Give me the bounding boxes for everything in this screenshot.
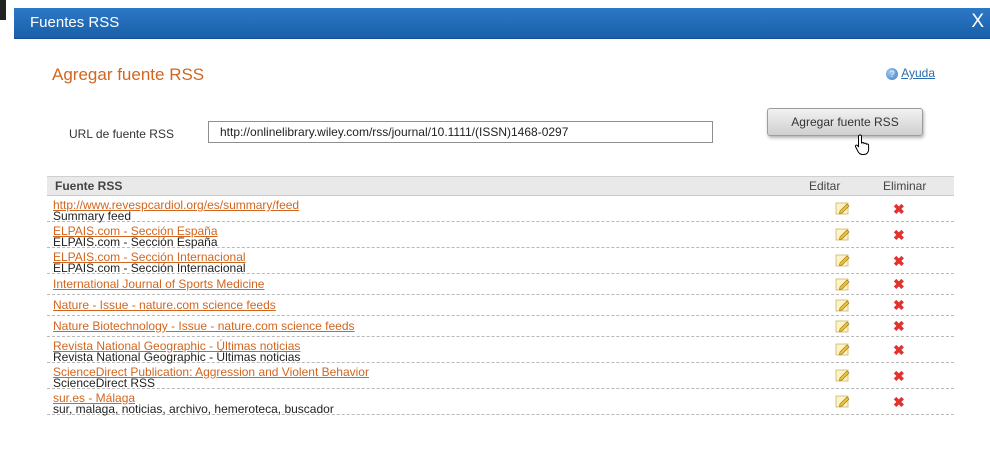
delete-x-icon[interactable]: ✖ bbox=[893, 319, 905, 333]
add-rss-button[interactable]: Agregar fuente RSS bbox=[767, 108, 923, 136]
feed-link[interactable]: Nature - Issue - nature.com science feed… bbox=[53, 299, 276, 311]
dialog-titlebar: Fuentes RSS X bbox=[14, 8, 990, 39]
pencil-icon[interactable] bbox=[835, 253, 851, 267]
delete-x-icon[interactable]: ✖ bbox=[893, 228, 905, 242]
feed-desc: ELPAIS.com - Sección Internacional bbox=[53, 261, 246, 275]
hand-cursor-icon bbox=[854, 134, 870, 155]
feed-desc: Revista National Geographic - Últimas no… bbox=[53, 350, 301, 364]
table-row: Revista National Geographic - Últimas no… bbox=[47, 337, 954, 363]
delete-x-icon[interactable]: ✖ bbox=[893, 298, 905, 312]
help-link-wrap[interactable]: ? Ayuda bbox=[886, 66, 935, 80]
feed-desc: ScienceDirect RSS bbox=[53, 376, 156, 390]
header-delete: Eliminar bbox=[883, 179, 927, 193]
pencil-icon[interactable] bbox=[835, 277, 851, 291]
delete-x-icon[interactable]: ✖ bbox=[893, 395, 905, 409]
help-link[interactable]: Ayuda bbox=[901, 66, 935, 80]
header-source: Fuente RSS bbox=[55, 179, 123, 193]
feed-desc: Summary feed bbox=[53, 209, 132, 223]
delete-x-icon[interactable]: ✖ bbox=[893, 369, 905, 383]
pencil-icon[interactable] bbox=[835, 227, 851, 241]
delete-x-icon[interactable]: ✖ bbox=[893, 343, 905, 357]
table-header: Fuente RSS Editar Eliminar bbox=[47, 176, 954, 196]
table-row: ELPAIS.com - Sección Internacional ELPAI… bbox=[47, 248, 954, 274]
section-title: Agregar fuente RSS bbox=[52, 65, 205, 84]
url-input[interactable] bbox=[208, 121, 713, 143]
delete-x-icon[interactable]: ✖ bbox=[893, 202, 905, 216]
url-label: URL de fuente RSS bbox=[69, 127, 174, 141]
feed-link[interactable]: Nature Biotechnology - Issue - nature.co… bbox=[53, 320, 355, 332]
edge-marker bbox=[0, 0, 6, 20]
rss-dialog: Fuentes RSS X Agregar fuente RSS ? Ayuda … bbox=[14, 8, 990, 470]
header-edit: Editar bbox=[809, 179, 841, 193]
delete-x-icon[interactable]: ✖ bbox=[893, 277, 905, 291]
pencil-icon[interactable] bbox=[835, 298, 851, 312]
table-row: Nature - Issue - nature.com science feed… bbox=[47, 295, 954, 316]
table-row: http://www.revespcardiol.org/es/summary/… bbox=[47, 196, 954, 222]
dialog-title: Fuentes RSS bbox=[30, 14, 120, 31]
close-icon[interactable]: X bbox=[971, 11, 984, 33]
left-edge bbox=[0, 0, 14, 470]
table-row: sur.es - Málaga sur, malaga, noticias, a… bbox=[47, 389, 954, 415]
rss-table: Fuente RSS Editar Eliminar http://www.re… bbox=[47, 176, 954, 415]
pencil-icon[interactable] bbox=[835, 368, 851, 382]
table-row: ScienceDirect Publication: Aggression an… bbox=[47, 363, 954, 389]
table-row: International Journal of Sports Medicine… bbox=[47, 274, 954, 295]
feed-link[interactable]: International Journal of Sports Medicine bbox=[53, 278, 264, 290]
pencil-icon[interactable] bbox=[835, 342, 851, 356]
feed-desc: sur, malaga, noticias, archivo, hemerote… bbox=[53, 402, 334, 416]
feed-desc: ELPAIS.com - Sección España bbox=[53, 235, 218, 249]
delete-x-icon[interactable]: ✖ bbox=[893, 254, 905, 268]
pencil-icon[interactable] bbox=[835, 394, 851, 408]
pencil-icon[interactable] bbox=[835, 201, 851, 215]
table-row: Nature Biotechnology - Issue - nature.co… bbox=[47, 316, 954, 337]
table-row: ELPAIS.com - Sección España ELPAIS.com -… bbox=[47, 222, 954, 248]
pencil-icon[interactable] bbox=[835, 319, 851, 333]
help-icon[interactable]: ? bbox=[886, 67, 899, 80]
